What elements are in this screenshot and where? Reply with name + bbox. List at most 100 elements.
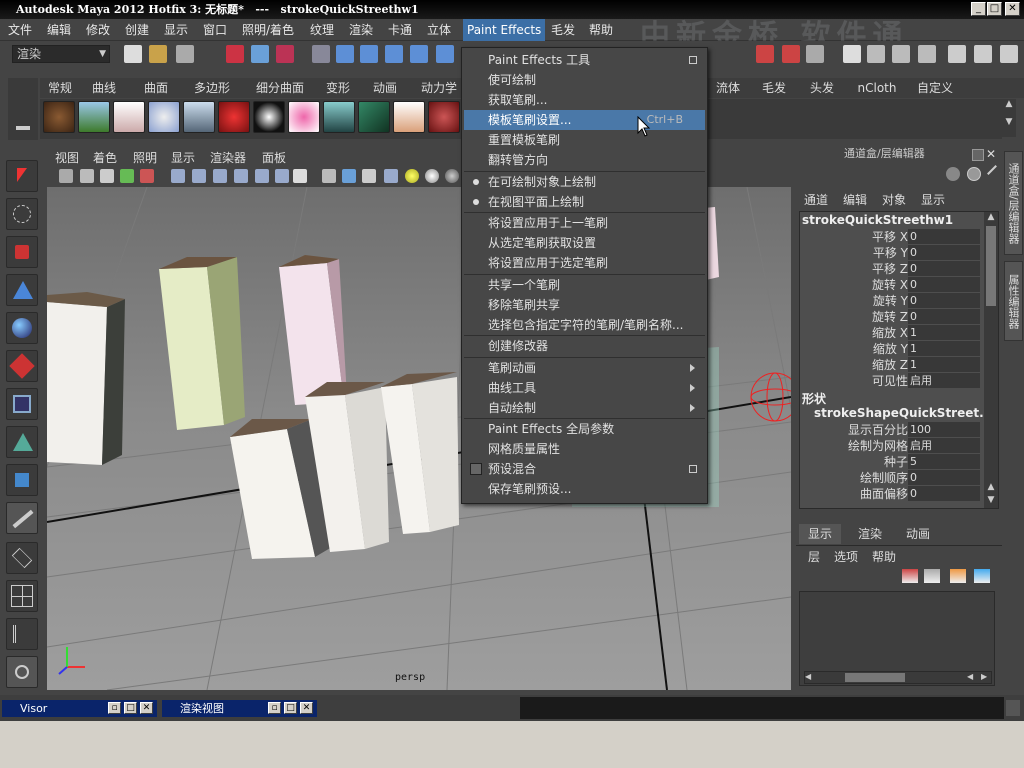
paint-effects-menu-item[interactable]: 网格质量属性 (464, 439, 705, 459)
shelf-tab-fluids[interactable]: 流体 (708, 78, 748, 98)
brush-hand-icon[interactable] (393, 101, 425, 133)
menu-display[interactable]: 显示 (164, 19, 188, 41)
channel-tab-show[interactable]: 显示 (921, 191, 945, 208)
film-gate-icon[interactable] (192, 169, 206, 183)
close-button[interactable]: ✕ (1005, 2, 1020, 16)
shape-channel-row[interactable]: 显示百分比 100 (800, 422, 984, 438)
new-layer-selected-icon[interactable] (902, 569, 918, 583)
gate-mask-icon[interactable] (234, 169, 248, 183)
brush-red-hair-icon[interactable] (428, 101, 460, 133)
option-box-icon[interactable] (689, 56, 697, 64)
script-editor-icon[interactable] (1006, 700, 1020, 716)
channel-value[interactable]: 1 (908, 341, 980, 356)
brush-feather-icon[interactable] (218, 101, 250, 133)
menu-set-select[interactable]: 渲染 ▼ (12, 45, 110, 63)
default-light-icon[interactable] (405, 169, 419, 183)
tool-settings-icon[interactable] (974, 45, 992, 63)
paint-effects-menu-item[interactable]: 自动绘制 (464, 398, 705, 418)
channel-value[interactable]: 0 (908, 245, 980, 260)
render-frame-icon[interactable] (756, 45, 774, 63)
channel-row[interactable]: 旋转 Y0 (800, 293, 984, 309)
radio-icon[interactable] (473, 198, 479, 205)
channel-value[interactable]: 100 (908, 422, 980, 437)
channel-value[interactable]: 启用 (908, 438, 980, 453)
shelf-tab-custom[interactable]: 自定义 (910, 78, 960, 98)
layer-tab-anim[interactable]: 动画 (897, 524, 939, 544)
channel-value[interactable]: 1 (908, 357, 980, 372)
paint-effects-menu-item[interactable]: 在视图平面上绘制 (464, 192, 705, 212)
bookmark-icon[interactable] (100, 169, 114, 183)
menu-render[interactable]: 渲染 (349, 19, 373, 41)
snap-grid-icon[interactable] (336, 45, 354, 63)
paint-effects-menu-item[interactable]: 翻转管方向 (464, 150, 705, 170)
snap-live-icon[interactable] (436, 45, 454, 63)
menu-texturing[interactable]: 纹理 (310, 19, 334, 41)
brush-tree-icon[interactable] (183, 101, 215, 133)
channel-value[interactable]: 0 (908, 470, 980, 485)
panel-menu-show[interactable]: 显示 (171, 149, 195, 167)
menu-edit[interactable]: 编辑 (47, 19, 71, 41)
radio-icon[interactable] (473, 178, 479, 185)
paint-effects-tool-icon[interactable] (6, 502, 38, 534)
smooth-shade-icon[interactable] (342, 169, 356, 183)
paint-effects-menu-item[interactable]: 选择包含指定字符的笔刷/笔刷名称... (464, 315, 705, 335)
side-tab-channel-box[interactable]: 通道盒/层编辑器 (1004, 151, 1023, 255)
channel-scrollbar[interactable]: ▲ ▲ ▼ (984, 212, 998, 508)
hypershade-icon[interactable] (843, 45, 861, 63)
layer-hscrollbar[interactable]: ◀ ◀ ▶ (804, 671, 992, 684)
move-tool-icon[interactable] (6, 274, 38, 306)
ipr-render-icon[interactable] (782, 45, 800, 63)
snap-curve-icon[interactable] (360, 45, 378, 63)
layer-menu-help[interactable]: 帮助 (872, 548, 896, 565)
menu-fur[interactable]: 毛发 (551, 19, 575, 41)
panel-close-icon[interactable]: ✕ (986, 147, 996, 161)
channel-row[interactable]: 旋转 X0 (800, 277, 984, 293)
minimize-button[interactable]: _ (971, 2, 986, 16)
channel-tab-edit[interactable]: 编辑 (843, 191, 867, 208)
manipulator-tool-icon[interactable] (6, 388, 38, 420)
render-view-max-button[interactable]: □ (284, 702, 297, 714)
outliner-icon[interactable] (867, 45, 885, 63)
paint-effects-menu-item[interactable]: 曲线工具 (464, 378, 705, 398)
shelf-tab-surfaces[interactable]: 曲面 (136, 78, 176, 98)
visor-float-button[interactable]: ▫ (108, 702, 121, 714)
shape-channel-row[interactable]: 绘制顺序 0 (800, 470, 984, 486)
channel-value[interactable]: 启用 (908, 373, 980, 388)
channel-value[interactable]: 0 (908, 277, 980, 292)
open-scene-icon[interactable] (149, 45, 167, 63)
side-tab-attribute-editor[interactable]: 属性编辑器 (1004, 261, 1023, 341)
layout-outliner-icon[interactable] (6, 618, 38, 650)
paint-effects-menu-item[interactable]: 模板笔刷设置... Ctrl+B (464, 110, 705, 130)
render-view-close-button[interactable]: ✕ (300, 702, 313, 714)
brush-petals-icon[interactable] (288, 101, 320, 133)
shape-channel-row[interactable]: 种子 5 (800, 454, 984, 470)
paint-effects-menu-item[interactable]: 将设置应用于选定笔刷 (464, 253, 705, 273)
save-scene-icon[interactable] (176, 45, 194, 63)
channel-value[interactable]: 0 (908, 261, 980, 276)
paint-effects-menu-item[interactable]: 获取笔刷... (464, 90, 705, 110)
brush-sparkle-icon[interactable] (253, 101, 285, 133)
soft-mod-tool-icon[interactable] (6, 426, 38, 458)
menu-window[interactable]: 窗口 (203, 19, 227, 41)
paint-effects-menu-item[interactable]: 创建修改器 (464, 336, 705, 356)
shelf-tab-deformation[interactable]: 变形 (318, 78, 358, 98)
shelf-menu-handle[interactable] (8, 78, 38, 140)
panel-menu-panels[interactable]: 面板 (262, 149, 286, 167)
brush-leaf-icon[interactable] (358, 101, 390, 133)
shape-channel-row[interactable]: 绘制为网格 启用 (800, 438, 984, 454)
paint-effects-menu-item[interactable]: 从选定笔刷获取设置 (464, 233, 705, 253)
select-hierarchy-icon[interactable] (226, 45, 244, 63)
channel-value[interactable]: 0 (908, 486, 980, 501)
new-layer-render-icon[interactable] (974, 569, 990, 583)
shelf-tab-ncloth[interactable]: nCloth (852, 78, 902, 98)
channel-tab-channels[interactable]: 通道 (804, 191, 828, 208)
wireframe-icon[interactable] (322, 169, 336, 183)
panel-menu-renderer[interactable]: 渲染器 (210, 149, 246, 167)
layer-menu-options[interactable]: 选项 (834, 548, 858, 565)
all-lights-icon[interactable] (425, 169, 439, 183)
paint-effects-menu-item[interactable]: 移除笔刷共享 (464, 295, 705, 315)
channel-filter-icon[interactable] (987, 165, 997, 175)
2d-pan-icon[interactable] (140, 169, 154, 183)
visor-close-button[interactable]: ✕ (140, 702, 153, 714)
snap-point-icon[interactable] (385, 45, 403, 63)
